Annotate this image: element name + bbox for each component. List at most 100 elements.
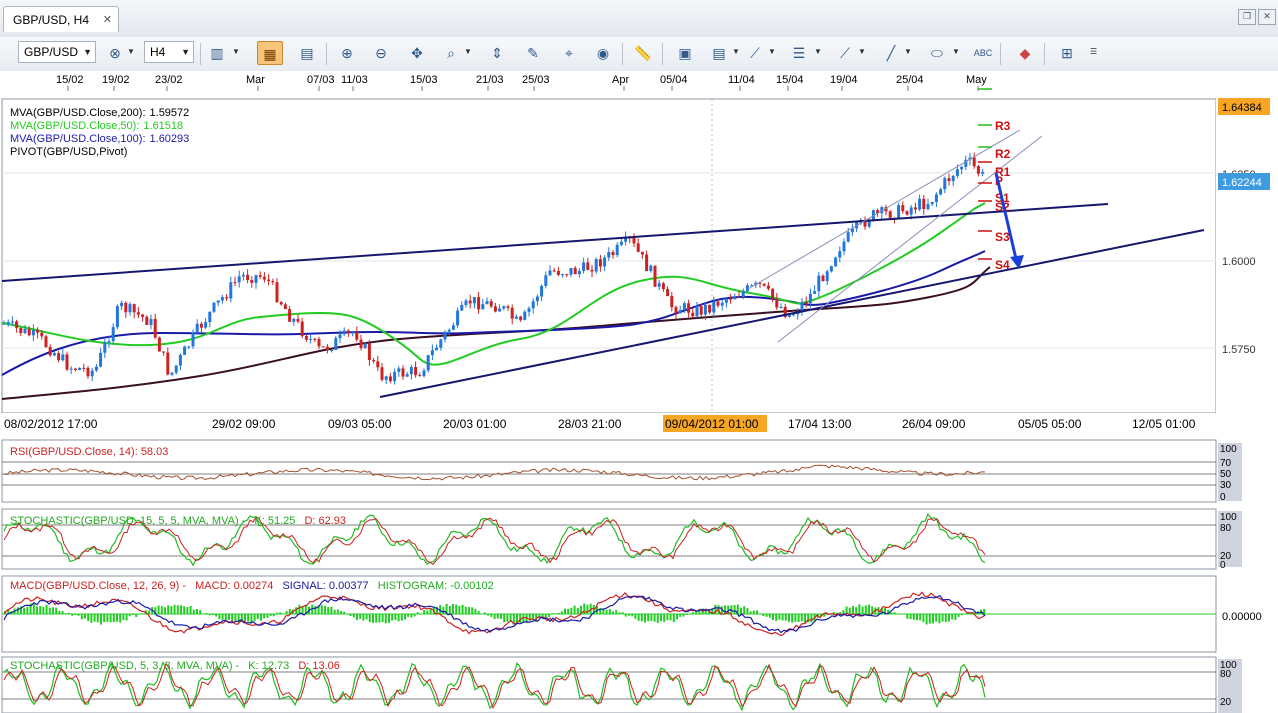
macd-histogram-bar xyxy=(669,614,672,621)
chevron-down-icon[interactable]: ▼ xyxy=(127,47,135,56)
chevron-down-icon[interactable]: ▼ xyxy=(814,47,822,56)
macd-histogram-bar xyxy=(676,614,678,620)
pivot-r3-label: R3 xyxy=(995,119,1011,133)
candle-body xyxy=(145,316,149,325)
candle-body xyxy=(724,298,728,303)
bottom-date-label: 26/04 09:00 xyxy=(902,417,966,431)
close-tab-icon[interactable]: ✕ xyxy=(103,7,112,33)
macd-histogram-bar xyxy=(935,614,938,622)
rsi-scale-70: 70 xyxy=(1220,458,1232,469)
text-icon[interactable]: ABC xyxy=(970,41,996,65)
trendline-icon[interactable]: ⟋ xyxy=(742,41,768,65)
chart-tab[interactable]: GBP/USD, H4 ✕ xyxy=(3,6,119,32)
macd-scale-zero: 0.00000 xyxy=(1222,611,1262,623)
chevron-down-icon[interactable]: ▼ xyxy=(232,47,240,56)
timeframe-select[interactable]: H4 ▼ xyxy=(144,41,194,63)
candle-body xyxy=(430,350,434,356)
ellipse-icon[interactable]: ⬭ xyxy=(924,41,950,65)
candle-body xyxy=(527,308,531,312)
macd-histogram-bar xyxy=(564,608,566,614)
crosshair-icon[interactable]: ⊗ xyxy=(102,41,128,65)
candle-body xyxy=(426,355,430,371)
macd-histogram-bar xyxy=(960,614,963,616)
macd-histogram-bar xyxy=(608,608,611,614)
macd-histogram-bar xyxy=(167,605,170,614)
globe-icon[interactable]: ◉ xyxy=(590,41,616,65)
edit-icon[interactable]: ✎ xyxy=(520,41,546,65)
macd-histogram-bar xyxy=(176,605,179,614)
macd-histogram-bar xyxy=(391,614,394,621)
close-window-button[interactable]: ✕ xyxy=(1258,9,1276,25)
macd-histogram-bar xyxy=(957,614,960,617)
chevron-down-icon[interactable]: ▼ xyxy=(904,47,912,56)
restore-window-button[interactable]: ❐ xyxy=(1238,9,1256,25)
pan-icon[interactable]: ✥ xyxy=(404,41,430,65)
chevron-down-icon[interactable]: ▼ xyxy=(732,47,740,56)
macd-histogram-bar xyxy=(16,607,19,614)
toolbar-separator xyxy=(1000,43,1001,65)
eraser-icon[interactable]: ◆ xyxy=(1012,41,1038,65)
candle-body xyxy=(808,293,812,304)
symbol-select[interactable]: GBP/USD ▼ xyxy=(18,41,96,63)
chart-area[interactable]: 15/02 19/02 23/02 Mar 07/03 11/03 15/03 21/03 25… xyxy=(0,71,1278,713)
candle-body xyxy=(544,275,548,286)
save-icon[interactable]: ▤ xyxy=(706,41,732,65)
candle-body xyxy=(775,298,779,308)
chevron-down-icon[interactable]: ▼ xyxy=(464,47,472,56)
candle-body xyxy=(506,306,510,308)
candle-body xyxy=(44,336,48,348)
candle-body xyxy=(367,343,371,361)
macd-histogram-bar xyxy=(925,614,928,625)
fan-icon[interactable]: ⟋ xyxy=(832,41,858,65)
ruler-icon[interactable]: 📏 xyxy=(630,41,656,65)
macd-histogram-bar xyxy=(215,614,218,617)
macd-histogram-bar xyxy=(544,614,547,618)
fit-icon[interactable]: ⇕ xyxy=(484,41,510,65)
candle-body xyxy=(187,346,191,348)
macd-histogram-bar xyxy=(58,610,61,614)
macd-histogram-bar xyxy=(362,614,365,621)
macd-histogram-bar xyxy=(164,607,166,614)
pivot-r2-label: R2 xyxy=(995,147,1011,161)
candle-body xyxy=(380,367,384,380)
candle-body xyxy=(183,346,187,355)
zoom-window-icon[interactable]: ⌕ xyxy=(438,41,464,65)
candle-body xyxy=(943,178,947,190)
candle-chart-icon[interactable]: ▦ xyxy=(257,41,283,65)
macd-histogram-bar xyxy=(656,614,659,624)
chevron-down-icon[interactable]: ▼ xyxy=(952,47,960,56)
top-date-label: 11/04 xyxy=(728,74,755,86)
stochastic-1-scale: 100 80 20 0 xyxy=(1218,511,1242,571)
pencil-icon[interactable]: ╱ xyxy=(878,41,904,65)
chevron-down-icon[interactable]: ▼ xyxy=(858,47,866,56)
stochastic-1-k-value: K: 51.25 xyxy=(254,515,295,527)
candle-body xyxy=(737,297,741,299)
channel-icon[interactable]: ☰ xyxy=(786,41,812,65)
macd-histogram-bar xyxy=(298,604,301,614)
picture-icon[interactable]: ▣ xyxy=(672,41,698,65)
chevron-down-icon: ▼ xyxy=(83,47,92,57)
zoom-in-icon[interactable]: ⊕ xyxy=(334,41,360,65)
candle-body xyxy=(666,289,670,297)
line-chart-icon[interactable]: ▤ xyxy=(294,41,320,65)
macd-histogram-bar xyxy=(864,605,867,614)
compass-icon[interactable]: ⌖ xyxy=(556,41,582,65)
macd-histogram-bar xyxy=(68,612,70,614)
candle-body xyxy=(132,304,136,313)
bottom-date-label: 08/02/2012 17:00 xyxy=(4,417,98,431)
macd-histogram-bar xyxy=(208,614,211,616)
macd-histogram-bar xyxy=(23,607,26,614)
macd-histogram-bar xyxy=(42,606,45,614)
zoom-out-icon[interactable]: ⊖ xyxy=(368,41,394,65)
bar-chart-icon[interactable]: ▥ xyxy=(204,41,230,65)
macd-histogram-bar xyxy=(496,614,499,619)
macd-histogram-bar xyxy=(954,614,957,620)
chevron-down-icon[interactable]: ▼ xyxy=(768,47,776,56)
bottom-date-label: 09/03 05:00 xyxy=(328,417,392,431)
stochastic-1-name: STOCHASTIC(GBP/USD, 15, 5, 5, MVA, MVA) … xyxy=(10,515,246,527)
tree-icon[interactable]: ⊞ xyxy=(1054,41,1080,65)
candle-body xyxy=(376,361,380,368)
candle-body xyxy=(720,302,724,306)
candle-body xyxy=(703,304,707,315)
overflow-icon[interactable]: ☰ xyxy=(1090,47,1097,56)
